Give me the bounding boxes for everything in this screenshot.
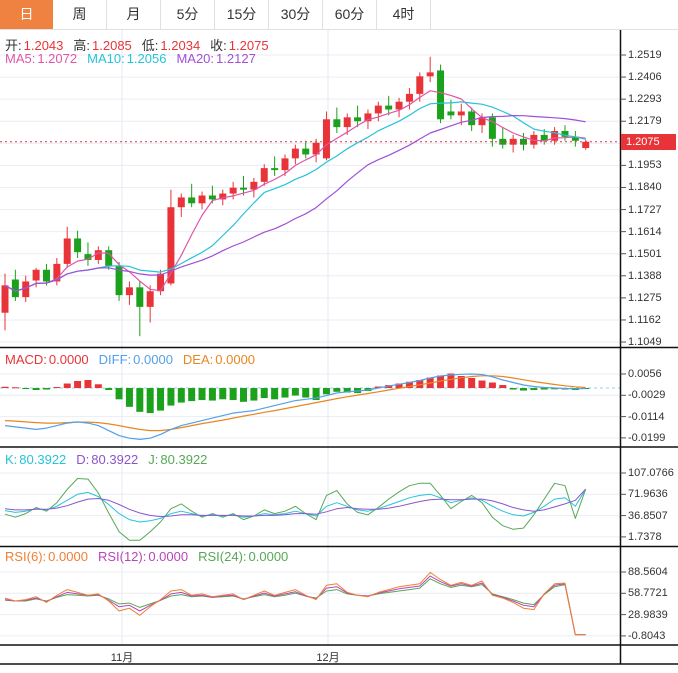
price-axis-label: 1.1840	[628, 181, 662, 194]
tab-month[interactable]: 月	[107, 0, 161, 29]
macd-value: 0.0000	[48, 352, 89, 367]
price-axis-label: 1.2406	[628, 71, 662, 84]
rsi12-line	[4, 575, 586, 636]
dea-value: 0.0000	[215, 352, 256, 367]
tab-60min[interactable]: 60分	[323, 0, 377, 29]
price-axis-label: 1.1388	[628, 269, 662, 282]
macd-axis-label: -0.0199	[628, 431, 666, 444]
rsi12-value: 0.0000	[148, 549, 189, 564]
dea-label: DEA:	[182, 352, 214, 367]
x-axis-month-label: 11月	[110, 652, 134, 664]
k-label: K:	[5, 452, 18, 467]
ma10-line	[4, 101, 586, 292]
kdj-d-line	[4, 488, 587, 518]
price-axis-label: 1.1953	[628, 159, 662, 172]
tab-15min[interactable]: 15分	[215, 0, 269, 29]
kdj-axis-label: 1.7378	[628, 530, 662, 543]
tab-week[interactable]: 周	[53, 0, 107, 29]
rsi6-label: RSI(6):	[5, 549, 47, 564]
diff-label: DIFF:	[98, 352, 132, 367]
rsi6-value: 0.0000	[48, 549, 88, 564]
kdj-header-row: K: 80.3922 D: 80.3922 J: 80.3922	[5, 452, 209, 467]
current-price-badge: 1.2075	[621, 134, 676, 150]
macd-axis-label: 0.0056	[628, 368, 662, 380]
rsi-axis-label: 28.9839	[628, 608, 668, 621]
price-axis-label: 1.1727	[628, 203, 662, 216]
tab-4hour[interactable]: 4时	[377, 0, 431, 29]
trading-chart-app: 日周月 5分 15分 30分 60分 4时 开: 1.2043 高: 1.2085 低: 1.203…	[0, 0, 678, 673]
price-axis-label: 1.1049	[628, 336, 662, 349]
d-value: 80.3922	[91, 452, 139, 467]
rsi-header-row: RSI(6): 0.0000 RSI(12): 0.0000 RSI(24): 0.000…	[5, 549, 290, 564]
macd-label: MACD:	[5, 352, 47, 367]
ma5-value: 1.2072	[37, 51, 78, 66]
rsi-axis-label: 58.7721	[628, 587, 668, 600]
rsi-axis-label: 88.5604	[628, 566, 668, 578]
period-tab-bar: 日周月 5分 15分 30分 60分 4时	[0, 0, 678, 30]
d-label: D:	[76, 452, 90, 467]
macd-axis-label: -0.0114	[628, 410, 665, 423]
rsi24-line	[4, 578, 586, 636]
kdj-axis-label: 71.9636	[628, 488, 668, 501]
kdj-axis-label: 36.8507	[628, 509, 668, 522]
ma20-value: 1.2127	[216, 51, 256, 66]
x-axis-month-label: 12月	[316, 652, 340, 664]
price-axis-label: 1.1162	[628, 313, 661, 326]
macd-dea-line	[4, 375, 586, 432]
ma10-value: 1.2056	[126, 51, 167, 66]
rsi-axis-label: -0.8043	[628, 629, 666, 642]
k-value: 80.3922	[19, 452, 67, 467]
tab-30min[interactable]: 30分	[269, 0, 323, 29]
price-axis-label: 1.2519	[628, 49, 662, 61]
price-axis-label: 1.2179	[628, 115, 662, 128]
rsi24-value: 0.0000	[248, 549, 289, 564]
j-label: J:	[148, 452, 159, 467]
tab-day[interactable]: 日	[0, 0, 53, 29]
price-axis-label: 1.1614	[628, 225, 662, 238]
kdj-axis-label: 107.0766	[628, 467, 674, 479]
price-axis-label: 1.2293	[628, 93, 662, 106]
ma-row: MA5: 1.2072 MA10: 1.2056 MA20: 1.2127	[5, 51, 258, 66]
chart-canvas[interactable]	[0, 0, 678, 673]
tab-5min[interactable]: 5分	[161, 0, 215, 29]
rsi12-label: RSI(12):	[97, 549, 147, 564]
diff-value: 0.0000	[133, 352, 173, 367]
macd-axis-label: -0.0029	[628, 389, 666, 402]
price-axis-label: 1.1501	[628, 247, 662, 260]
rsi6-line	[4, 571, 586, 636]
price-axis-label: 1.1275	[628, 291, 662, 304]
j-value: 80.3922	[160, 452, 208, 467]
ma10-label: MA10:	[87, 51, 125, 66]
ma20-label: MA20:	[176, 51, 215, 66]
rsi24-label: RSI(24):	[198, 549, 247, 564]
macd-header-row: MACD: 0.0000 DIFF: 0.0000 DEA: 0.0000	[5, 352, 257, 367]
ma5-label: MA5:	[5, 51, 36, 66]
